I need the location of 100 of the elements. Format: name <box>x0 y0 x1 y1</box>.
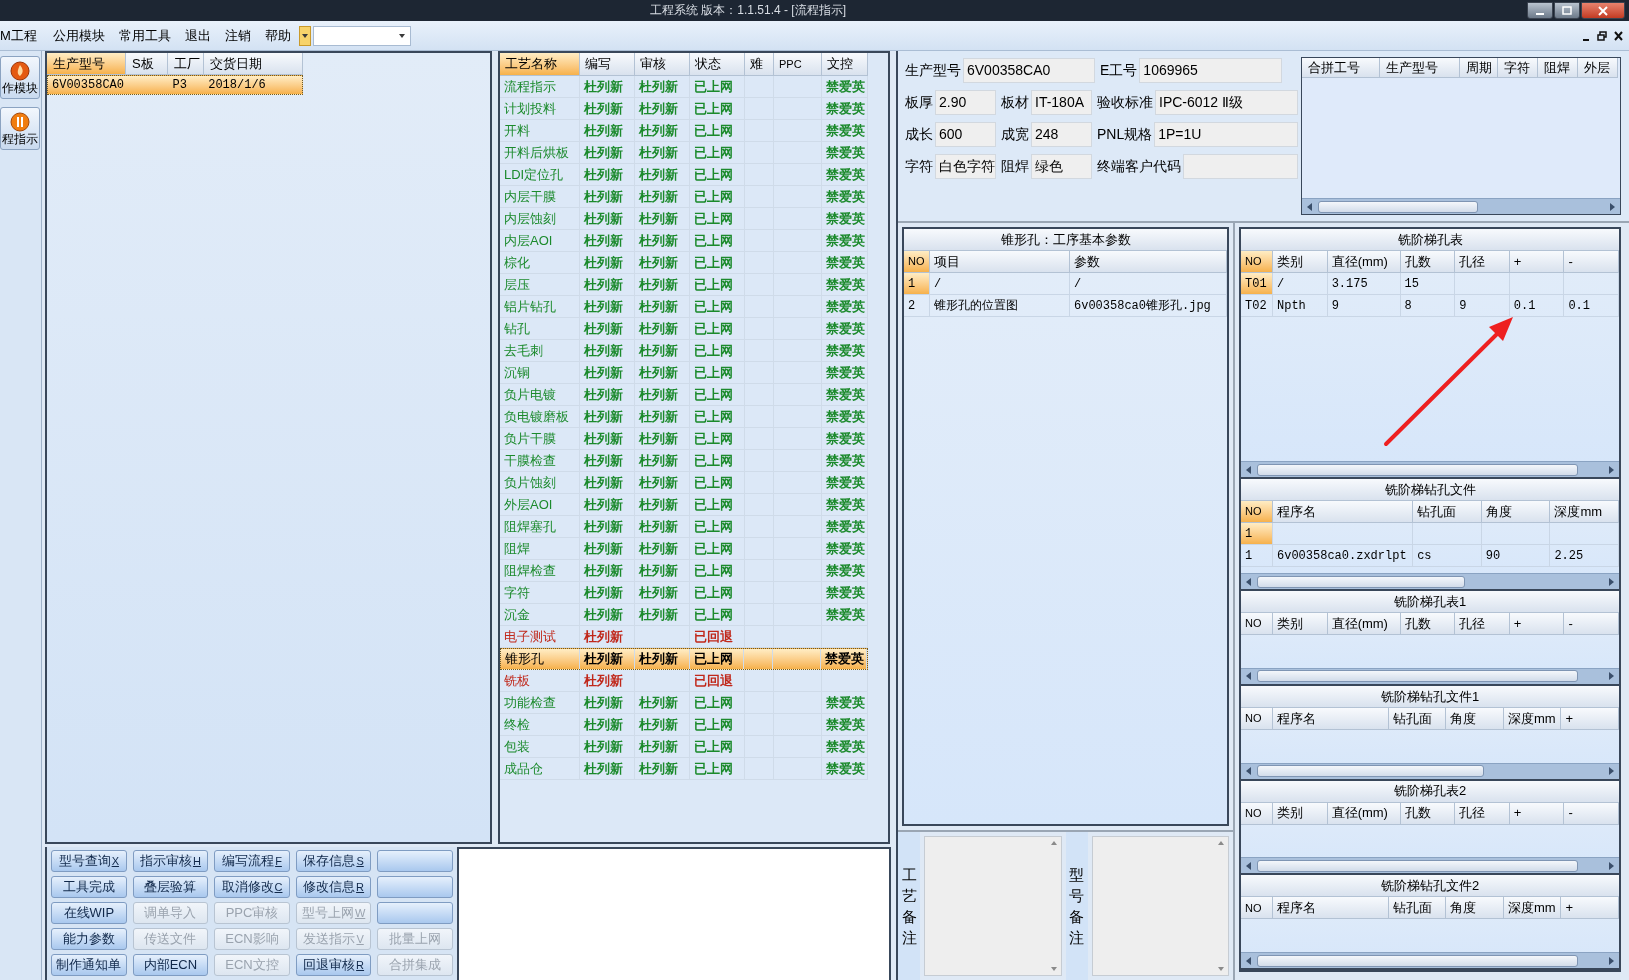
action-button[interactable]: 取消修改C <box>214 876 290 898</box>
column-header[interactable]: 角度 <box>1446 707 1504 730</box>
column-header[interactable]: + <box>1509 251 1565 273</box>
remark-field[interactable] <box>1091 836 1229 976</box>
table-row[interactable]: 负片蚀刻 杜列新 杜列新 已上网 禁爱英 <box>500 472 868 494</box>
column-header[interactable]: NO <box>1241 897 1273 920</box>
column-header[interactable]: 文控 <box>822 53 868 76</box>
column-header[interactable]: NO <box>904 251 930 273</box>
table-row[interactable]: 阻焊塞孔 杜列新 杜列新 已上网 禁爱英 <box>500 516 868 538</box>
table-row[interactable]: 铣板 杜列新 已回退 <box>500 670 868 692</box>
scrollbar[interactable] <box>1241 857 1619 874</box>
scrollbar-thumb[interactable] <box>1257 670 1579 683</box>
scrollbar[interactable] <box>1241 762 1619 779</box>
table-row[interactable]: 计划投料 杜列新 杜列新 已上网 禁爱英 <box>500 98 868 120</box>
column-header[interactable]: 孔数 <box>1400 251 1456 273</box>
menu-item[interactable]: 注销 <box>217 25 258 46</box>
table-row[interactable]: 6V00358CA0 P3 2018/1/6 <box>47 75 303 95</box>
remark-field[interactable] <box>924 836 1062 976</box>
scrollbar-thumb[interactable] <box>1257 954 1579 967</box>
column-header[interactable]: 直径(mm) <box>1327 613 1401 635</box>
table-row[interactable]: 锥形孔 杜列新 杜列新 已上网 禁爱英 <box>500 648 868 670</box>
table-row[interactable]: 开料后烘板 杜列新 杜列新 已上网 禁爱英 <box>500 142 868 164</box>
table-row[interactable]: 阻焊检查 杜列新 杜列新 已上网 禁爱英 <box>500 560 868 582</box>
dropdown-button[interactable] <box>298 25 311 46</box>
column-header[interactable]: - <box>1564 251 1619 273</box>
column-header[interactable]: 程序名 <box>1273 897 1389 920</box>
column-header[interactable]: 参数 <box>1070 251 1227 273</box>
column-header[interactable]: + <box>1561 707 1619 730</box>
column-header[interactable]: + <box>1561 897 1619 920</box>
text-field[interactable]: IPC-6012 Ⅱ级 <box>1155 90 1298 115</box>
column-header[interactable]: 审核 <box>635 53 690 76</box>
column-header[interactable]: 工厂 <box>168 53 204 75</box>
text-field[interactable]: 248 <box>1031 122 1092 147</box>
column-header[interactable]: 角度 <box>1446 897 1504 920</box>
column-header[interactable]: 深度mm <box>1550 501 1619 523</box>
column-header[interactable]: + <box>1509 613 1565 635</box>
table-row[interactable]: 负片电镀 杜列新 杜列新 已上网 禁爱英 <box>500 384 868 406</box>
scrollbar[interactable] <box>1302 198 1620 214</box>
close-button[interactable] <box>1581 2 1625 19</box>
table-row[interactable]: 去毛刺 杜列新 杜列新 已上网 禁爱英 <box>500 340 868 362</box>
table-row[interactable]: 负电镀磨板 杜列新 杜列新 已上网 禁爱英 <box>500 406 868 428</box>
table-row[interactable]: 负片干膜 杜列新 杜列新 已上网 禁爱英 <box>500 428 868 450</box>
text-field[interactable]: 1069965 <box>1139 58 1283 83</box>
text-field[interactable]: 2.90 <box>935 90 996 115</box>
table-row[interactable]: 沉金 杜列新 杜列新 已上网 禁爱英 <box>500 604 868 626</box>
column-header[interactable]: 编写 <box>580 53 635 76</box>
column-header[interactable]: 交货日期 <box>204 53 303 75</box>
column-header[interactable]: NO <box>1241 501 1273 523</box>
scrollbar[interactable] <box>1241 667 1619 684</box>
column-header[interactable]: 角度 <box>1481 501 1551 523</box>
scrollbar[interactable] <box>1241 952 1619 968</box>
table-row[interactable]: 棕化 杜列新 杜列新 已上网 禁爱英 <box>500 252 868 274</box>
maximize-button[interactable] <box>1554 2 1580 19</box>
action-button[interactable]: 制作通知单 <box>51 954 127 976</box>
column-header[interactable]: 孔径 <box>1455 802 1510 825</box>
table-row[interactable]: 内层AOI 杜列新 杜列新 已上网 禁爱英 <box>500 230 868 252</box>
table-row[interactable]: 铝片钻孔 杜列新 杜列新 已上网 禁爱英 <box>500 296 868 318</box>
scrollbar-thumb[interactable] <box>1257 463 1579 476</box>
action-button[interactable]: 回退审核 R <box>295 954 372 976</box>
column-header[interactable]: NO <box>1241 251 1273 273</box>
table-row[interactable]: LDI定位孔 杜列新 杜列新 已上网 禁爱英 <box>500 164 868 186</box>
text-field[interactable]: 白色字符 <box>935 154 996 179</box>
action-button[interactable] <box>377 876 453 898</box>
action-button[interactable]: 工具完成 <box>51 876 127 898</box>
column-header[interactable]: 生产型号 <box>1380 58 1460 78</box>
column-header[interactable]: 合拼工号 <box>1302 58 1380 78</box>
column-header[interactable]: 深度mm <box>1503 897 1562 920</box>
column-header[interactable]: 孔径 <box>1455 251 1510 273</box>
text-field[interactable] <box>1183 154 1298 179</box>
column-header[interactable]: NO <box>1241 613 1273 635</box>
table-row[interactable]: 阻焊 杜列新 杜列新 已上网 禁爱英 <box>500 538 868 560</box>
text-field[interactable]: 600 <box>935 122 996 147</box>
text-field[interactable]: 1P=1U <box>1154 122 1298 147</box>
table-row[interactable]: 内层干膜 杜列新 杜列新 已上网 禁爱英 <box>500 186 868 208</box>
column-header[interactable]: 阻焊 <box>1538 58 1578 78</box>
column-header[interactable]: 钻孔面 <box>1413 501 1482 523</box>
column-header[interactable]: 类别 <box>1273 802 1328 825</box>
scrollbar[interactable] <box>1241 573 1619 589</box>
action-button[interactable]: 叠层验算 <box>132 876 209 898</box>
column-header[interactable]: S板 <box>126 53 168 75</box>
action-button[interactable]: 内部ECN <box>132 954 209 976</box>
action-button[interactable] <box>377 850 453 872</box>
column-header[interactable]: 状态 <box>690 53 745 76</box>
column-header[interactable]: NO <box>1241 707 1273 730</box>
column-header[interactable]: 类别 <box>1273 251 1328 273</box>
column-header[interactable]: 钻孔面 <box>1388 897 1447 920</box>
column-header[interactable]: 孔径 <box>1455 613 1510 635</box>
table-row[interactable]: 字符 杜列新 杜列新 已上网 禁爱英 <box>500 582 868 604</box>
scrollbar-thumb[interactable] <box>1318 200 1478 213</box>
scrollbar-thumb[interactable] <box>1257 575 1465 588</box>
action-button[interactable]: 指示审核 H <box>132 850 209 872</box>
column-header[interactable]: 程序名 <box>1273 501 1414 523</box>
column-header[interactable]: 孔数 <box>1400 613 1456 635</box>
column-header[interactable]: PPC <box>774 53 822 76</box>
action-button[interactable]: 修改信息R <box>295 876 372 898</box>
nav-button[interactable]: 程指示 <box>0 107 40 150</box>
action-button[interactable]: 保存信息S <box>295 850 372 872</box>
table-row[interactable]: 层压 杜列新 杜列新 已上网 禁爱英 <box>500 274 868 296</box>
nav-button[interactable]: 作模块 <box>0 56 40 99</box>
scrollbar-thumb[interactable] <box>1257 859 1579 872</box>
